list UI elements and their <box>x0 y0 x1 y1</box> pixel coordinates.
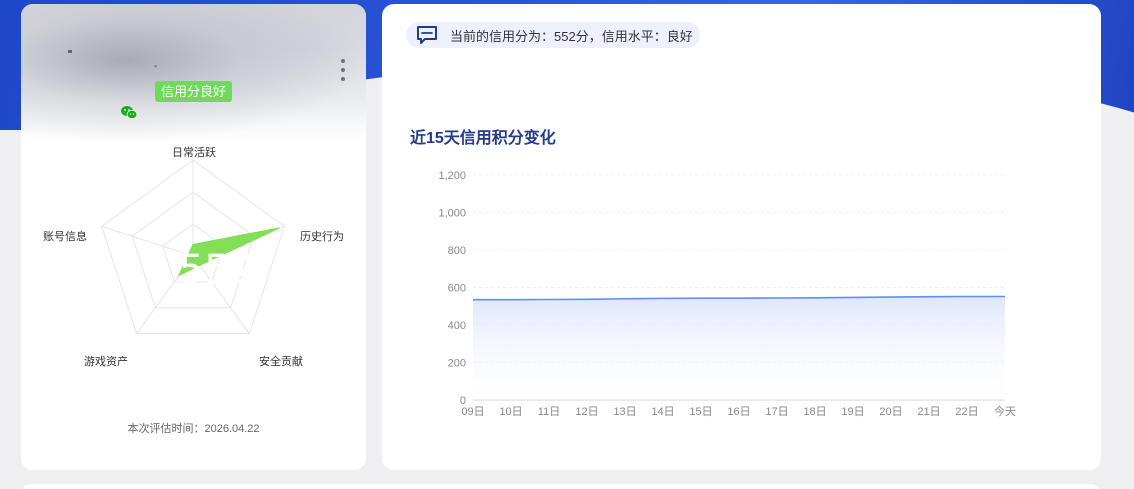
y-tick-label: 800 <box>448 245 466 257</box>
x-tick-label: 18日 <box>803 406 826 418</box>
x-tick-label: 15日 <box>689 406 712 418</box>
chart-title: 近15天信用积分变化 <box>410 130 556 147</box>
x-tick-label: 10日 <box>499 406 522 418</box>
credit-notice-text: 当前的信用分为：552分，信用水平：良好 <box>450 28 693 44</box>
x-tick-label: 19日 <box>841 406 864 418</box>
message-icon <box>417 26 437 44</box>
x-tick-label: 21日 <box>917 406 940 418</box>
credit-notice-bar: 当前的信用分为：552分，信用水平：良好 <box>406 22 700 48</box>
x-tick-label: 09日 <box>461 406 484 418</box>
credit-trend-chart: 02004006008001,0001,20009日 10日 11日 12日 13日 14… <box>438 170 1016 418</box>
evaluation-time: 本次评估时间：2026.04.22 <box>127 423 260 435</box>
x-tick-label: 16日 <box>727 406 750 418</box>
y-tick-label: 400 <box>448 320 466 332</box>
x-tick-label: 17日 <box>765 406 788 418</box>
x-tick-label: 20日 <box>879 406 902 418</box>
y-tick-label: 200 <box>448 358 466 370</box>
y-tick-label: 1,000 <box>438 208 466 220</box>
radar-axis-security: 安全贡献 <box>259 356 303 368</box>
credit-score-value: 552 <box>179 247 255 293</box>
y-tick-label: 1,200 <box>438 170 466 182</box>
radar-axis-game-assets: 游戏资产 <box>84 356 128 368</box>
x-tick-label: 11日 <box>538 406 560 418</box>
x-tick-label: 13日 <box>613 406 636 418</box>
x-tick-label: 12日 <box>575 406 598 418</box>
credit-profile-card: - 信用分良好 552 日常活跃 历史行为 安全贡献 游戏资产 账号信息 本次评… <box>21 4 366 470</box>
radar-axis-daily-activity: 日常活跃 <box>172 147 216 159</box>
radar-axis-history: 历史行为 <box>300 231 344 243</box>
x-tick-label: 14日 <box>651 406 674 418</box>
credit-trend-card: 当前的信用分为：552分，信用水平：良好 近15天信用积分变化 0 200 400 6… <box>382 4 1101 470</box>
x-tick-label: 今天 <box>994 404 1016 418</box>
trend-area <box>473 296 1005 400</box>
radar-axis-account-info: 账号信息 <box>43 231 87 243</box>
y-tick-label: 600 <box>448 283 466 295</box>
bottom-card <box>21 484 1101 489</box>
x-tick-label: 22日 <box>955 406 978 418</box>
